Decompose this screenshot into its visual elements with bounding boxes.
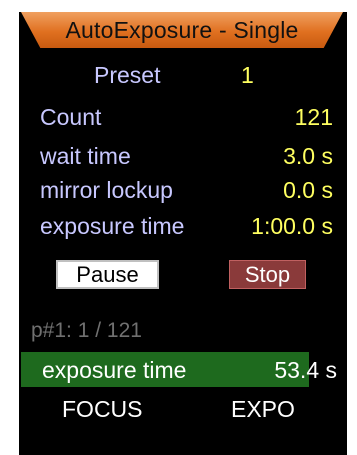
focus-softkey[interactable]: FOCUS [62, 396, 143, 423]
wait-time-value[interactable]: 3.0 s [283, 143, 333, 170]
exposure-time-value[interactable]: 1:00.0 s [251, 213, 333, 240]
preset-value[interactable]: 1 [241, 62, 254, 89]
exposure-progress-bar: exposure time 53.4 s [21, 352, 345, 387]
mirror-lockup-value[interactable]: 0.0 s [283, 177, 333, 204]
progress-bar-value: 53.4 s [274, 357, 337, 383]
count-value[interactable]: 121 [295, 104, 333, 131]
pause-button[interactable]: Pause [56, 260, 159, 289]
progress-status: p#1: 1 / 121 [31, 319, 142, 342]
wait-time-label: wait time [40, 143, 131, 169]
title-bar: AutoExposure - Single [21, 12, 343, 48]
screen-title: AutoExposure - Single [65, 16, 299, 43]
exposure-time-label: exposure time [40, 213, 185, 239]
mirror-lockup-label: mirror lockup [40, 177, 173, 203]
stop-button[interactable]: Stop [229, 260, 306, 289]
camera-screen: AutoExposure - Single Preset 1 Count 121… [19, 12, 347, 455]
count-label: Count [40, 104, 102, 130]
preset-label: Preset [94, 62, 161, 88]
expo-softkey[interactable]: EXPO [231, 396, 295, 423]
progress-bar-label: exposure time [42, 357, 187, 383]
